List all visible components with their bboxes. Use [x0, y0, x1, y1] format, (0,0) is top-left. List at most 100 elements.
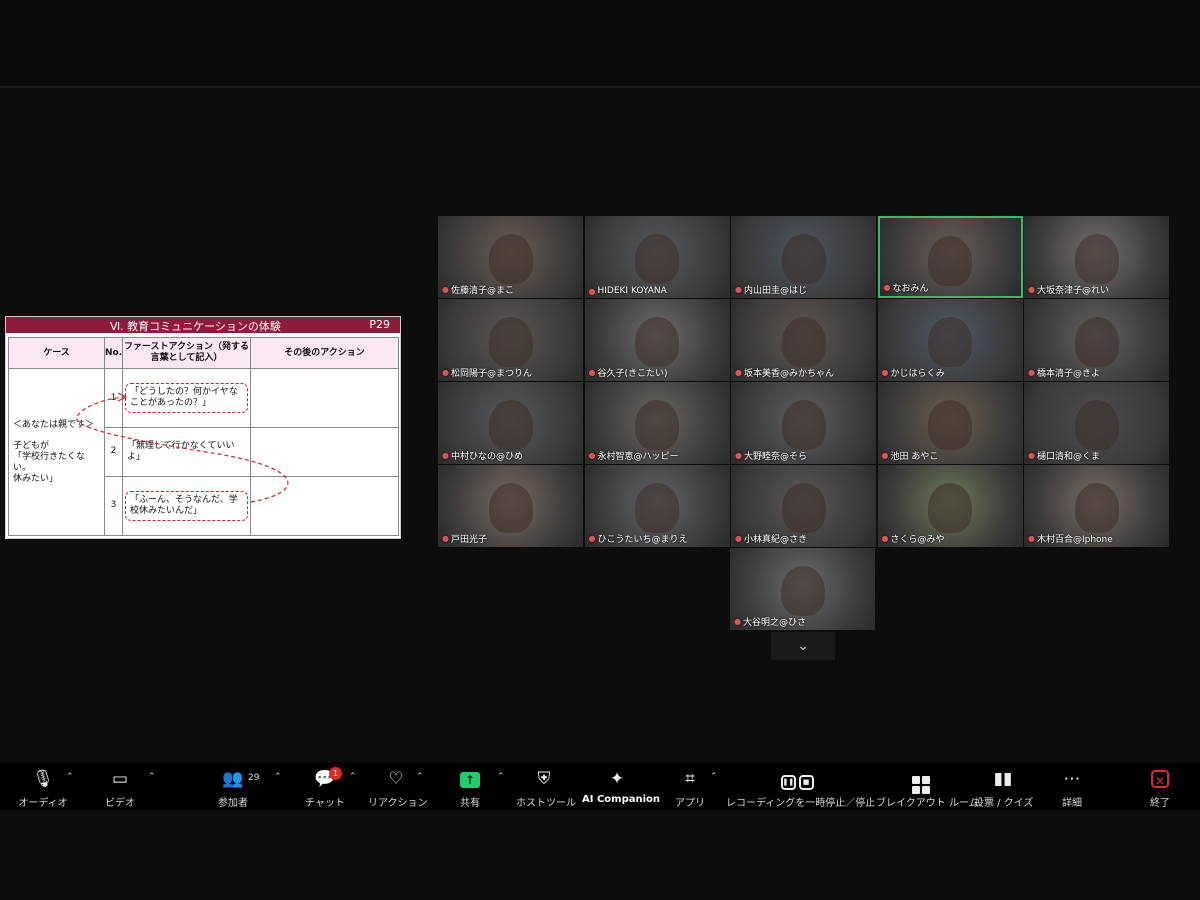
participant-tile[interactable]: ● かじはらくみ — [877, 299, 1023, 381]
ai-companion-button[interactable]: ✦ AI Companion — [582, 768, 660, 805]
participant-silhouette — [488, 400, 533, 450]
case-cell: ＜あなたは親です＞ 子どもが 「学校行きたくない。 休みたい」 — [8, 368, 105, 536]
participant-silhouette — [1074, 483, 1119, 533]
participant-tile[interactable]: ● 永村智恵@ハッピー — [584, 382, 730, 464]
polls-label: 投票 / クイズ — [974, 798, 1034, 809]
participant-name: ● 大谷明之@ひさ — [734, 615, 871, 628]
mic-muted-icon: ● — [1028, 451, 1035, 460]
breakout-grid-icon — [912, 776, 930, 794]
participant-tile[interactable]: ● 内山田圭@はじ — [731, 216, 876, 298]
participant-silhouette — [928, 483, 972, 533]
share-options-caret-icon[interactable]: ⌃ — [497, 772, 505, 782]
participant-silhouette — [488, 483, 533, 533]
header-after-action: その後のアクション — [250, 337, 399, 369]
participant-name-text: ひこうたいち@まりえ — [597, 535, 688, 545]
participant-tile[interactable]: ● 松岡陽子@まつりん — [438, 299, 583, 381]
participant-tile[interactable]: ● 佐藤清子@まこ — [438, 216, 583, 298]
participant-name-text: 戸田光子 — [450, 535, 487, 545]
participant-name: ● 大坂奈津子@れい — [1028, 283, 1165, 296]
participant-name-text: 小林真紀@さき — [743, 535, 807, 545]
mic-muted-icon: ● — [734, 617, 741, 626]
mic-muted-icon: ● — [735, 534, 742, 543]
apps-button[interactable]: ⌗ アプリ — [674, 768, 706, 809]
participant-tile[interactable]: ● 大野睦奈@そら — [731, 382, 876, 464]
participant-name: ● 戸田光子 — [442, 532, 579, 545]
breakout-rooms-button[interactable]: ブレイクアウト ルーム — [876, 768, 979, 809]
participant-name: ● かじはらくみ — [882, 366, 1019, 379]
participant-tile[interactable]: ● なおみん — [877, 216, 1023, 298]
apps-options-caret-icon[interactable]: ⌃ — [710, 772, 718, 782]
participant-tile[interactable]: ● 樋口清和@くま — [1024, 382, 1169, 464]
after-action-cell — [250, 427, 399, 477]
participant-name: ● HIDEKI KOYANA — [589, 286, 726, 296]
more-button[interactable]: ⋯ 詳細 — [1056, 768, 1088, 809]
shared-slide: Ⅵ. 教育コミュニケーションの体験 P29 ケース No. ファーストアクション… — [5, 316, 401, 539]
video-button[interactable]: ▭ ビデオ — [100, 768, 140, 809]
participant-silhouette — [635, 400, 679, 450]
participant-tile[interactable]: ● 木村百合@Iphone — [1024, 465, 1169, 547]
share-button[interactable]: ↑ 共有 — [452, 768, 488, 809]
participant-tile[interactable]: ● 大坂奈津子@れい — [1024, 216, 1169, 298]
mic-muted-icon: ● — [881, 451, 889, 460]
participant-silhouette — [928, 400, 972, 450]
participant-name-text: 橋本清子@きよ — [1036, 369, 1100, 379]
participant-name-text: 永村智恵@ハッピー — [597, 452, 679, 462]
mic-muted-icon: ● — [588, 534, 596, 543]
mic-muted-icon: 🎙 — [32, 769, 54, 789]
highlight-box: 「ふーん、そうなんだ、学校休みたいんだ」 — [125, 490, 248, 521]
top-bar — [0, 0, 1200, 88]
participant-tile[interactable]: ● 谷久子(きこたい) — [584, 299, 730, 381]
first-action-cell: 「ふーん、そうなんだ、学校休みたいんだ」 — [122, 475, 251, 537]
participants-options-caret-icon[interactable]: ⌃ — [274, 772, 282, 782]
video-options-caret-icon[interactable]: ⌃ — [148, 772, 156, 782]
mic-muted-icon: ● — [735, 368, 742, 377]
header-no: No. — [104, 337, 123, 369]
mic-muted-icon: ● — [881, 534, 889, 543]
polls-button[interactable]: ▮▮ 投票 / クイズ — [974, 768, 1034, 809]
recording-button[interactable]: ❚❚ ■ レコーディングを一時停止／停止 — [726, 768, 875, 809]
participant-tile[interactable]: ● 中村ひなの@ひめ — [438, 382, 583, 464]
participant-tile[interactable]: ● ひこうたいち@まりえ — [584, 465, 730, 547]
audio-button[interactable]: 🎙 オーディオ — [18, 768, 68, 809]
participant-name: ● ひこうたいち@まりえ — [589, 532, 726, 545]
host-tools-button[interactable]: ⛨ ホストツール — [516, 768, 576, 809]
apps-icon: ⌗ — [685, 769, 695, 789]
participant-name-text: 木村百合@Iphone — [1036, 535, 1113, 545]
mic-muted-icon: ● — [588, 368, 596, 377]
participant-tile[interactable]: ● 橋本清子@きよ — [1024, 299, 1169, 381]
participant-name: ● 大野睦奈@そら — [735, 449, 872, 462]
participant-tile[interactable]: ● さくら@みや — [877, 465, 1023, 547]
case-line: 子どもが — [13, 440, 50, 451]
participant-tile[interactable]: ● 大谷明之@ひさ — [730, 548, 875, 630]
mic-muted-icon: ● — [735, 285, 742, 294]
reactions-options-caret-icon[interactable]: ⌃ — [416, 772, 424, 782]
end-meeting-button[interactable]: ✕ 終了 — [1144, 768, 1176, 809]
participant-name-text: 樋口清和@くま — [1036, 452, 1100, 462]
mic-muted-icon: ● — [442, 368, 449, 377]
audio-label: オーディオ — [18, 798, 68, 809]
participant-tile[interactable]: ● HIDEKI KOYANA — [584, 216, 730, 298]
mic-muted-icon: ● — [1028, 368, 1035, 377]
participant-name: ● なおみん — [884, 281, 1017, 294]
end-x-icon: ✕ — [1151, 770, 1169, 788]
audio-options-caret-icon[interactable]: ⌃ — [66, 772, 74, 782]
participant-name: ● 佐藤清子@まこ — [442, 283, 579, 296]
participant-tile[interactable]: ● 坂本美香@みかちゃん — [731, 299, 876, 381]
share-arrow-icon: ↑ — [460, 772, 480, 788]
participant-name: ● 小林真紀@さき — [735, 532, 872, 545]
participant-count: 29 — [248, 773, 260, 783]
participant-tile[interactable]: ● 戸田光子 — [438, 465, 583, 547]
participant-name: ● さくら@みや — [882, 532, 1019, 545]
participant-tile[interactable]: ● 小林真紀@さき — [731, 465, 876, 547]
gallery-chevron-down-icon[interactable]: ⌄ — [771, 632, 835, 660]
slide-header: Ⅵ. 教育コミュニケーションの体験 P29 — [6, 317, 400, 333]
participant-tile[interactable]: ● 池田 あやこ — [877, 382, 1023, 464]
chat-options-caret-icon[interactable]: ⌃ — [349, 772, 357, 782]
mic-muted-icon: ● — [442, 285, 449, 294]
participant-name-text: 内山田圭@はじ — [743, 286, 807, 296]
video-off-icon: ▭ — [111, 769, 129, 789]
highlight-box: 「どうしたの？何かイヤなことがあったの？」 — [125, 383, 248, 414]
case-line: 休みたい」 — [13, 473, 59, 484]
participant-silhouette — [781, 400, 826, 450]
row-number: 2 — [104, 427, 123, 477]
